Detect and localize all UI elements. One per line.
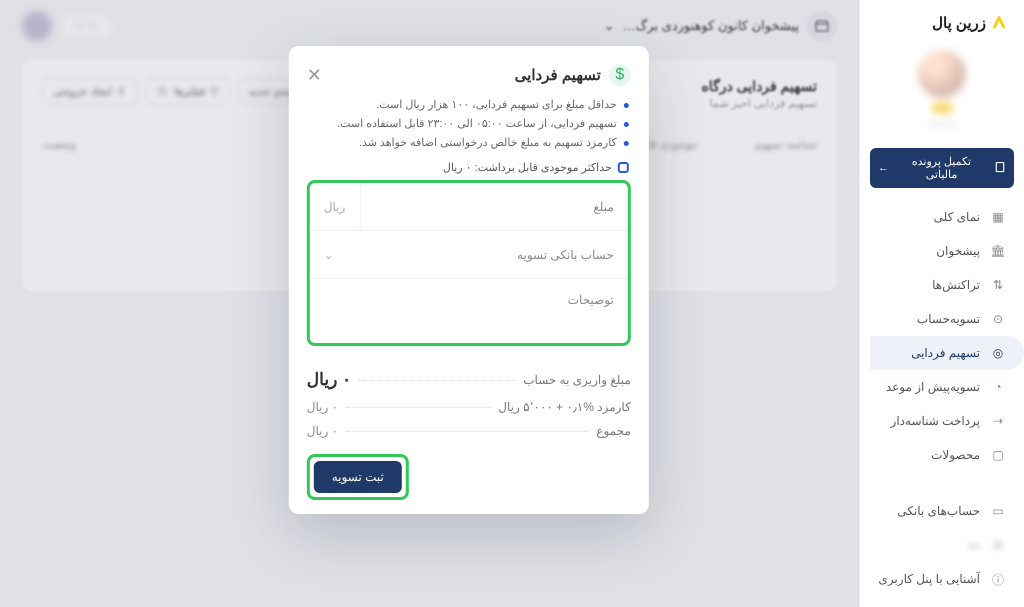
nav-label: پیشخوان <box>936 244 980 258</box>
early-icon: ◔ <box>990 379 1006 395</box>
account-select[interactable]: حساب بانکی تسویه ⌄ <box>310 231 628 279</box>
doc-icon <box>994 161 1006 176</box>
form-fields-highlight: مبلغ ریال حساب بانکی تسویه ⌄ توضیحات <box>307 180 631 346</box>
nav-transactions[interactable]: ⇅ تراکنش‌ها <box>860 268 1024 302</box>
chevron-down-icon: ⌄ <box>324 248 334 262</box>
nav-label: محصولات <box>931 448 980 462</box>
info-icon: ⓘ <box>990 571 1006 587</box>
modal-title: تسهیم فردایی <box>515 66 601 84</box>
transactions-icon: ⇅ <box>990 277 1006 293</box>
user-tag: — <box>932 102 953 114</box>
settlement-icon: ⊙ <box>990 311 1006 327</box>
bank-icon: 🏛 <box>990 243 1006 259</box>
fee-value: ۰ ریال <box>307 400 338 414</box>
submit-button[interactable]: ثبت تسویه <box>314 461 402 493</box>
amount-field[interactable]: مبلغ ریال <box>310 183 628 231</box>
close-icon[interactable]: ✕ <box>307 66 322 84</box>
bullet: تسهیم فردایی، از ساعت ۰۵:۰۰ الی ۲۳:۰۰ قا… <box>309 117 629 130</box>
tax-file-label: تکمیل پرونده مالیاتی <box>895 155 988 181</box>
deposit-label: مبلغ واریزی به حساب <box>523 373 631 387</box>
summary-deposit: مبلغ واریزی به حساب ۰ ریال <box>307 370 631 390</box>
bullet: حداقل مبلغ برای تسهیم فردایی، ۱۰۰ هزار ر… <box>309 98 629 111</box>
submit-label: ثبت تسویه <box>332 470 384 484</box>
nav-intro[interactable]: ⓘ آشنایی با پنل کاربری <box>860 562 1024 596</box>
user-block: — — — <box>860 40 1024 144</box>
user-name: — — <box>929 118 954 130</box>
nav-label: تسویه‌حساب <box>917 312 980 326</box>
nav-label: نمای کلی <box>934 210 980 224</box>
description-field[interactable]: توضیحات <box>310 279 628 343</box>
nav-id-payment[interactable]: ⇢ پرداخت شناسه‌دار <box>860 404 1024 438</box>
checkbox-icon <box>618 162 629 173</box>
nav-label: — <box>968 538 980 552</box>
brand-mark-icon <box>992 16 1006 30</box>
max-withdraw-label: حداکثر موجودی قابل برداشت: ۰ ریال <box>443 161 612 174</box>
nav-products[interactable]: ▢ محصولات <box>860 438 1024 472</box>
dot-icon: ⊙ <box>990 537 1006 553</box>
id-pay-icon: ⇢ <box>990 413 1006 429</box>
fee-label: کارمزد %۰٫۱ + ۵٬۰۰۰ ریال <box>498 400 631 414</box>
nav-label: پرداخت شناسه‌دار <box>891 414 980 428</box>
sidebar: زرین پال — — — تکمیل پرونده مالیاتی ← ▦ ن… <box>859 0 1024 607</box>
products-icon: ▢ <box>990 447 1006 463</box>
summary-fee: کارمزد %۰٫۱ + ۵٬۰۰۰ ریال ۰ ریال <box>307 400 631 414</box>
submit-highlight: ثبت تسویه <box>307 454 409 500</box>
info-bullets: حداقل مبلغ برای تسهیم فردایی، ۱۰۰ هزار ر… <box>309 98 629 149</box>
tax-file-button[interactable]: تکمیل پرونده مالیاتی ← <box>870 148 1014 188</box>
amount-unit: ریال <box>324 183 361 230</box>
brand-name: زرین پال <box>932 14 986 32</box>
nav-label: تسهیم فردایی <box>911 346 980 360</box>
bullet: کارمزد تسهیم به مبلغ خالص درخواستی اضافه… <box>309 136 629 149</box>
dashboard-icon: ▦ <box>990 209 1006 225</box>
nav-dashboard[interactable]: 🏛 پیشخوان <box>860 234 1024 268</box>
account-label: حساب بانکی تسویه <box>342 248 614 262</box>
nav-bank-accounts[interactable]: ▭ حساب‌های بانکی <box>860 494 1024 528</box>
nav-settlement[interactable]: ⊙ تسویه‌حساب <box>860 302 1024 336</box>
share-icon: ◎ <box>990 345 1006 361</box>
nav-blurred[interactable]: ⊙— <box>860 528 1024 562</box>
amount-label: مبلغ <box>368 200 613 214</box>
nav-separator <box>860 472 1024 494</box>
avatar <box>918 50 966 98</box>
total-value: ۰ ریال <box>307 424 338 438</box>
arrow-left-icon: ← <box>878 162 889 174</box>
nav-label: تسویه‌پیش از موعد <box>886 380 980 394</box>
nav-share-tomorrow[interactable]: ◎ تسهیم فردایی <box>870 336 1024 370</box>
brand-logo: زرین پال <box>860 0 1024 40</box>
share-modal: $ تسهیم فردایی ✕ حداقل مبلغ برای تسهیم ف… <box>289 46 649 514</box>
max-withdraw: حداکثر موجودی قابل برداشت: ۰ ریال <box>309 161 629 174</box>
card-icon: ▭ <box>990 503 1006 519</box>
deposit-value: ۰ ریال <box>307 370 351 390</box>
nav-overview[interactable]: ▦ نمای کلی <box>860 200 1024 234</box>
nav-label: تراکنش‌ها <box>932 278 980 292</box>
nav-label: آشنایی با پنل کاربری <box>878 572 980 586</box>
dollar-icon: $ <box>609 64 631 86</box>
summary-total: مجموع ۰ ریال <box>307 424 631 438</box>
description-label: توضیحات <box>324 293 614 307</box>
total-label: مجموع <box>596 424 630 438</box>
nav-early-settlement[interactable]: ◔ تسویه‌پیش از موعد <box>860 370 1024 404</box>
nav: ▦ نمای کلی 🏛 پیشخوان ⇅ تراکنش‌ها ⊙ تسویه‌حسا… <box>860 200 1024 596</box>
nav-label: حساب‌های بانکی <box>897 504 980 518</box>
